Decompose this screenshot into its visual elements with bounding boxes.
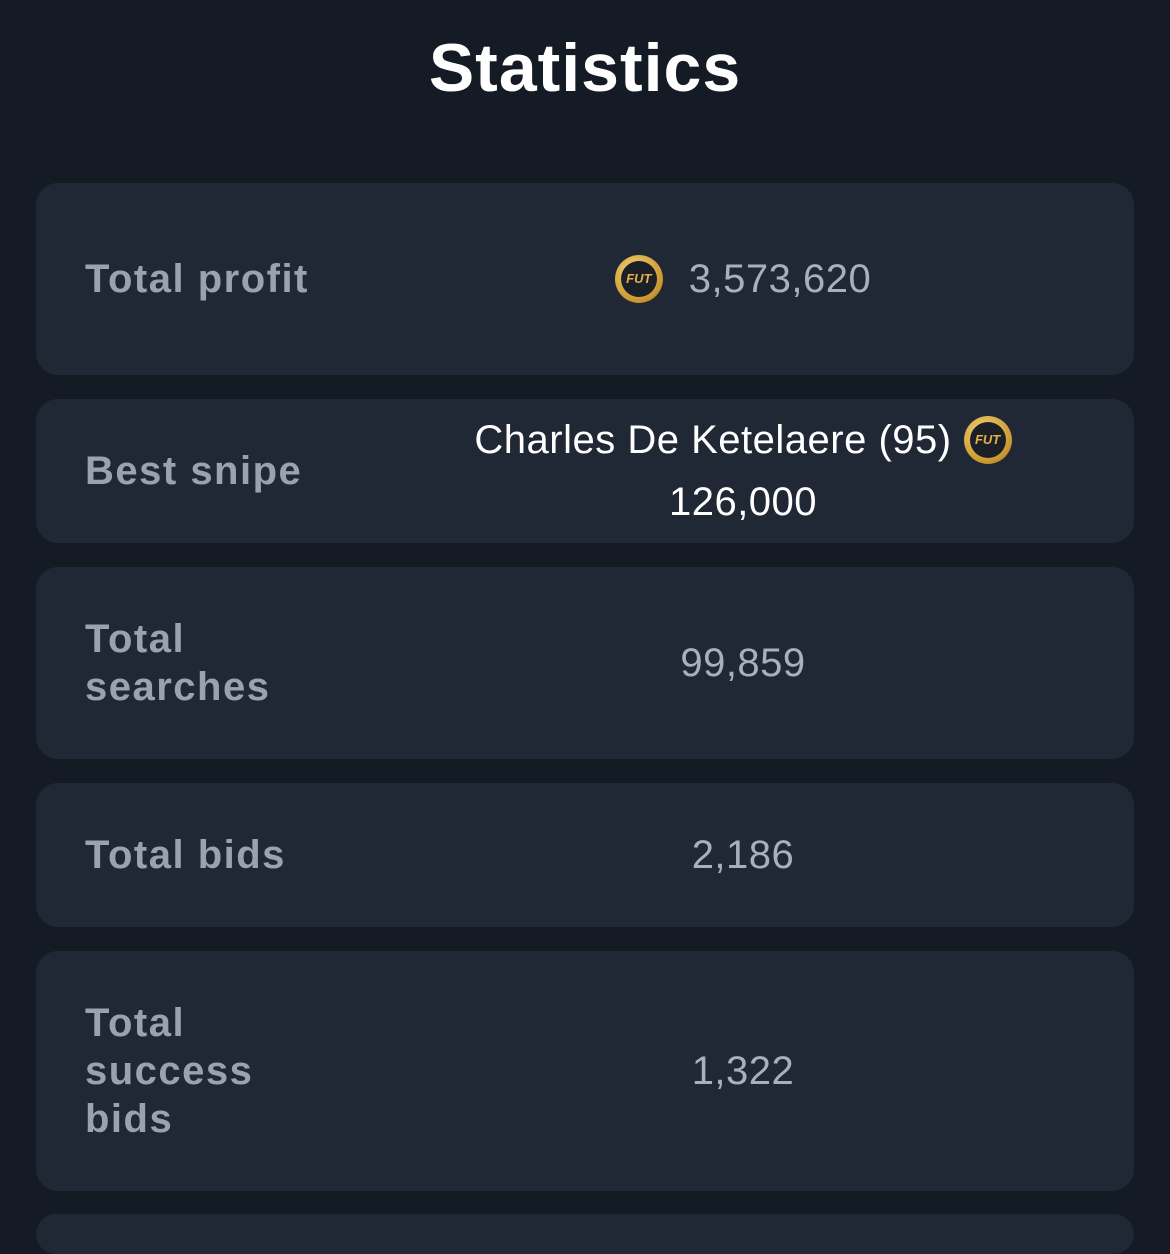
- coin-icon-text: FUT: [620, 261, 657, 297]
- best-snipe-player: Charles De Ketelaere (95): [474, 418, 952, 462]
- stat-value: 3,573,620: [688, 257, 872, 301]
- stat-label: Total success bids: [85, 1001, 254, 1141]
- stat-card-total-success-bids: Total success bids 1,322: [36, 951, 1134, 1191]
- stat-label: Total bids: [85, 833, 286, 877]
- stat-card-partial: [36, 1214, 1134, 1254]
- stat-card-best-snipe: Best snipe Charles De Ketelaere (95) FUT…: [36, 399, 1134, 543]
- stat-label: Total searches: [85, 617, 271, 709]
- stat-value: 126,000: [668, 480, 818, 524]
- stat-value-row: FUT 3,573,620: [416, 255, 1070, 303]
- stat-value-block: Charles De Ketelaere (95) FUT 126,000: [416, 409, 1070, 533]
- best-snipe-player-row: Charles De Ketelaere (95) FUT: [474, 409, 1012, 471]
- stat-card-total-bids: Total bids 2,186: [36, 783, 1134, 927]
- page-title: Statistics: [428, 30, 742, 106]
- coin-icon-text: FUT: [969, 422, 1006, 458]
- stat-label: Total profit: [85, 257, 309, 301]
- stat-value: 2,186: [691, 833, 795, 877]
- stat-card-total-searches: Total searches 99,859: [36, 567, 1134, 759]
- coin-icon: FUT: [963, 416, 1012, 464]
- stat-value: 1,322: [691, 1049, 795, 1093]
- coin-icon: FUT: [614, 255, 663, 303]
- stat-label: Best snipe: [85, 449, 303, 493]
- stat-value: 99,859: [680, 641, 806, 685]
- stat-card-total-profit: Total profit FUT 3,573,620: [36, 183, 1134, 375]
